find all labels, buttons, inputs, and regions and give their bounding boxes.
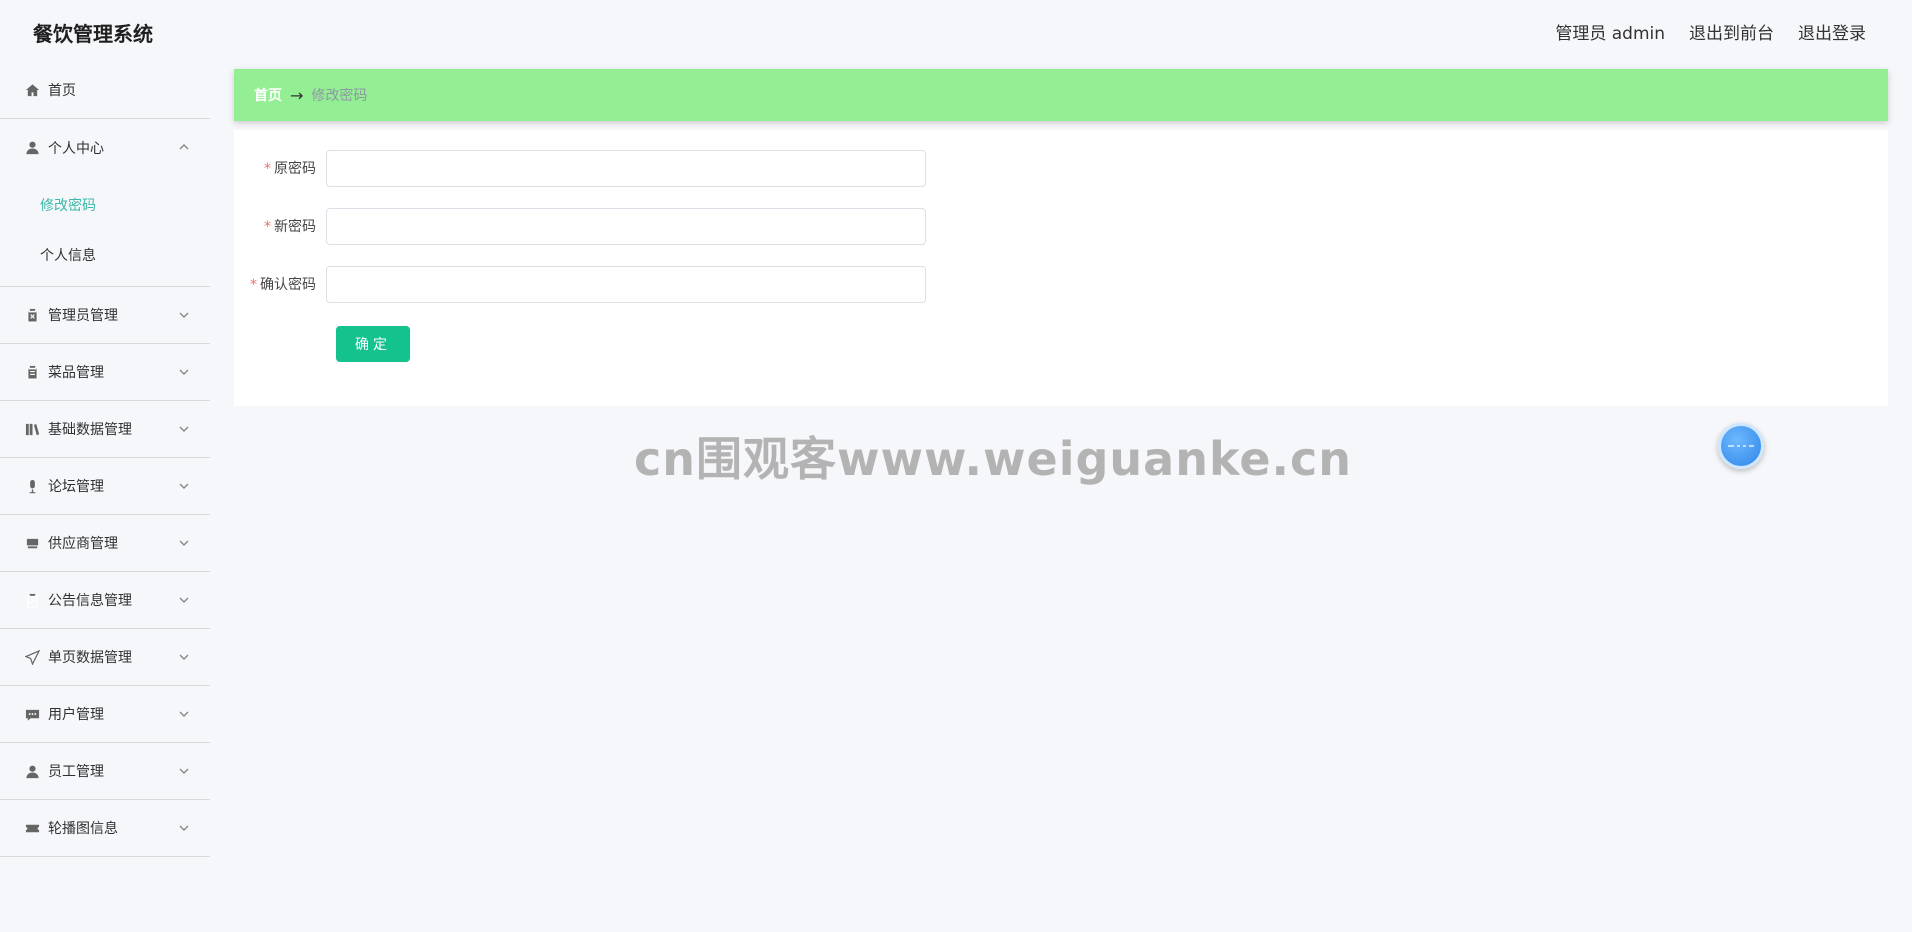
chevron-down-icon — [178, 423, 190, 435]
sidebar-item-announcement-management[interactable]: 公告信息管理 — [0, 572, 210, 629]
chevron-down-icon — [178, 594, 190, 606]
required-mark: * — [264, 161, 271, 177]
sidebar-item-label: 菜品管理 — [48, 365, 104, 381]
submenu-personal-center: 修改密码 个人信息 — [0, 176, 210, 287]
chevron-down-icon — [178, 366, 190, 378]
sidebar-item-home[interactable]: 首页 — [0, 62, 210, 119]
main-content: 首页 → 修改密码 * 原密码 * 新密码 * 确认密码 确定 — [210, 62, 1912, 932]
sidebar-item-basic-data-management[interactable]: 基础数据管理 — [0, 401, 210, 458]
breadcrumb-home[interactable]: 首页 — [254, 85, 282, 105]
sidebar-item-forum-management[interactable]: 论坛管理 — [0, 458, 210, 515]
sidebar-item-supplier-management[interactable]: 供应商管理 — [0, 515, 210, 572]
tray-icon — [24, 535, 40, 551]
chevron-down-icon — [178, 765, 190, 777]
new-password-label-text: 新密码 — [274, 219, 316, 235]
back-to-front-link[interactable]: 退出到前台 — [1689, 19, 1774, 44]
new-password-row: * 新密码 — [234, 207, 1888, 245]
chat-icon — [24, 706, 40, 722]
logout-link[interactable]: 退出登录 — [1798, 19, 1866, 44]
old-password-label-text: 原密码 — [274, 161, 316, 177]
sidebar-item-label: 首页 — [48, 83, 76, 99]
breadcrumb: 首页 → 修改密码 — [234, 69, 1888, 121]
send-icon — [24, 649, 40, 665]
sidebar-item-label: 个人中心 — [48, 140, 104, 157]
sidebar-item-label: 轮播图信息 — [48, 821, 118, 837]
app-title: 餐饮管理系统 — [33, 22, 153, 46]
watermark: cn围观客www.weiguanke.cn — [634, 432, 1353, 486]
sidebar-item-user-management[interactable]: 用户管理 — [0, 686, 210, 743]
chevron-down-icon — [178, 537, 190, 549]
clipboard-x-icon — [24, 307, 40, 323]
sidebar-item-label: 公告信息管理 — [48, 593, 132, 609]
chevron-down-icon — [178, 480, 190, 492]
ticket-icon — [24, 820, 40, 836]
required-mark: * — [250, 277, 257, 293]
chevron-down-icon — [178, 651, 190, 663]
sidebar-item-change-password[interactable]: 修改密码 — [0, 180, 210, 230]
sidebar-item-label: 单页数据管理 — [48, 650, 132, 666]
sidebar-item-label: 供应商管理 — [48, 536, 118, 552]
breadcrumb-current: 修改密码 — [311, 88, 368, 104]
sidebar: 首页 个人中心 修改密码 个人信息 管理员管理 菜品管理 基础数据管理 论坛管理… — [0, 62, 210, 932]
chevron-up-icon — [178, 141, 190, 153]
confirm-password-label: * 确认密码 — [234, 274, 326, 294]
header-actions: 管理员 admin 退出到前台 退出登录 — [1555, 19, 1866, 44]
new-password-label: * 新密码 — [234, 216, 326, 236]
sidebar-item-label: 管理员管理 — [48, 308, 118, 324]
sidebar-item-label: 基础数据管理 — [48, 422, 132, 438]
sidebar-item-carousel-info[interactable]: 轮播图信息 — [0, 800, 210, 857]
clipboard-check-icon — [24, 592, 40, 608]
sidebar-item-personal-center[interactable]: 个人中心 — [0, 119, 210, 176]
microphone-icon — [24, 478, 40, 494]
user-icon — [24, 140, 40, 156]
sidebar-item-label: 用户管理 — [48, 707, 104, 723]
sidebar-item-personal-info[interactable]: 个人信息 — [0, 230, 210, 280]
sidebar-item-admin-management[interactable]: 管理员管理 — [0, 287, 210, 344]
admin-label: 管理员 admin — [1555, 24, 1665, 44]
old-password-row: * 原密码 — [234, 149, 1888, 187]
books-icon — [24, 421, 40, 437]
floating-assistant-button[interactable] — [1718, 423, 1764, 469]
change-password-form: * 原密码 * 新密码 * 确认密码 确定 — [234, 130, 1888, 406]
old-password-input[interactable] — [326, 149, 926, 187]
chevron-down-icon — [178, 708, 190, 720]
home-icon — [24, 82, 40, 98]
breadcrumb-separator: → — [290, 85, 304, 105]
sidebar-item-employee-management[interactable]: 员工管理 — [0, 743, 210, 800]
sidebar-item-single-page-data-management[interactable]: 单页数据管理 — [0, 629, 210, 686]
clipboard-icon — [24, 364, 40, 380]
confirm-password-input[interactable] — [326, 265, 926, 303]
new-password-input[interactable] — [326, 207, 926, 245]
sidebar-item-label: 论坛管理 — [48, 479, 104, 495]
sidebar-item-dish-management[interactable]: 菜品管理 — [0, 344, 210, 401]
chevron-down-icon — [178, 822, 190, 834]
top-header: 餐饮管理系统 管理员 admin 退出到前台 退出登录 — [0, 0, 1912, 62]
old-password-label: * 原密码 — [234, 158, 326, 178]
required-mark: * — [264, 219, 271, 235]
confirm-password-label-text: 确认密码 — [260, 277, 316, 293]
submit-button[interactable]: 确定 — [336, 326, 410, 362]
sidebar-item-label: 员工管理 — [48, 764, 104, 780]
confirm-password-row: * 确认密码 — [234, 265, 1888, 303]
user-icon — [24, 763, 40, 779]
chevron-down-icon — [178, 309, 190, 321]
dashes-icon — [1728, 445, 1754, 447]
